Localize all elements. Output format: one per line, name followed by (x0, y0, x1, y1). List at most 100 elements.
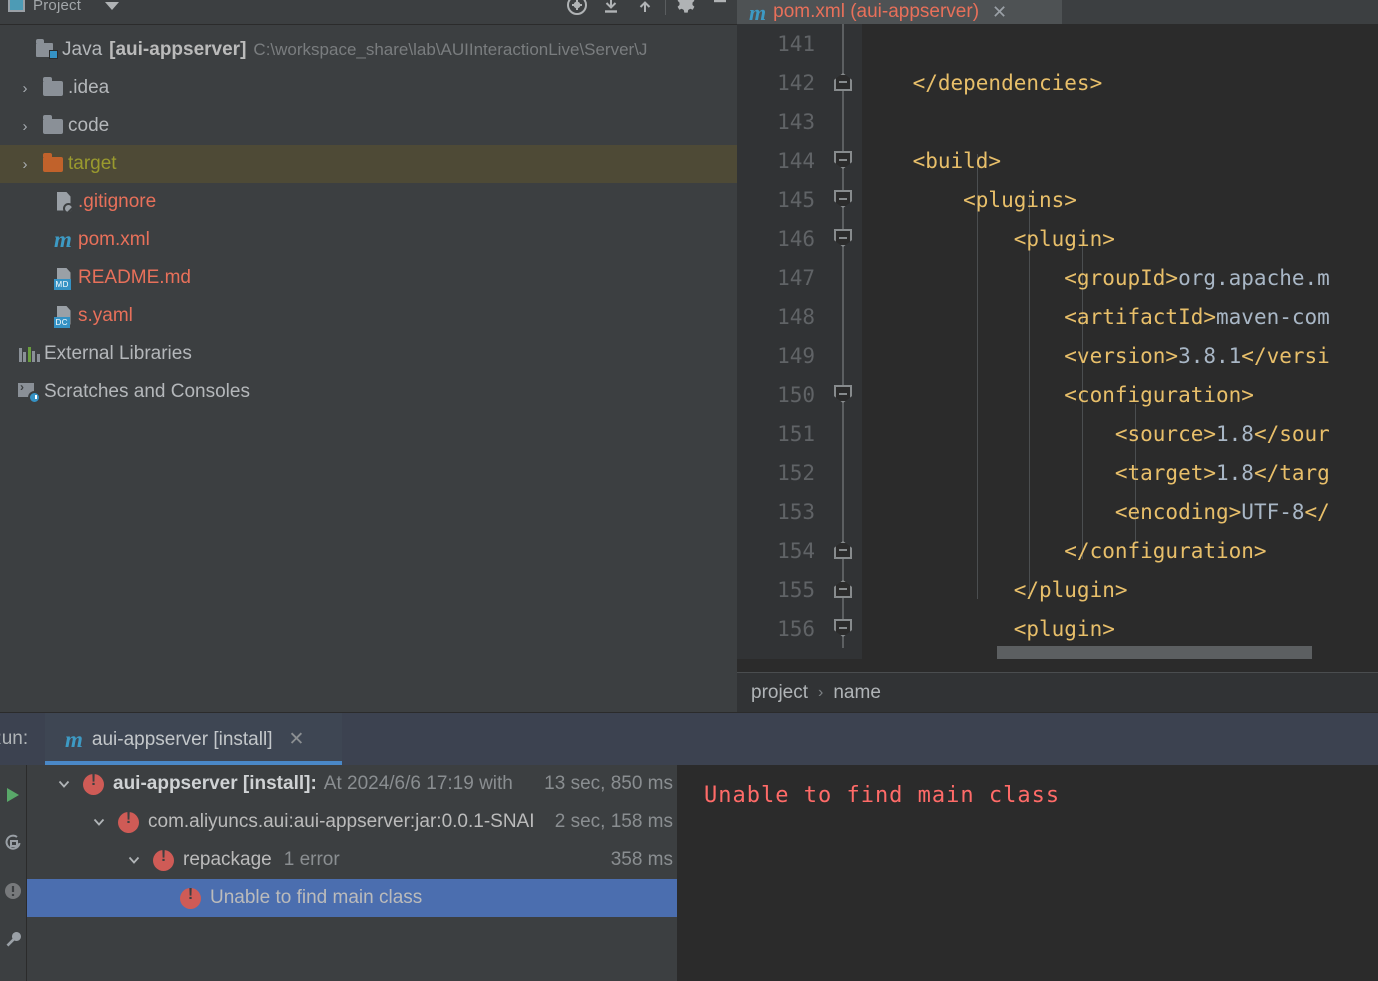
minimize-icon[interactable] (703, 0, 737, 17)
toolbar-divider (665, 0, 666, 15)
code-token: maven-com (1216, 304, 1330, 329)
tree-item-scratches-and-consoles[interactable]: Scratches and Consoles (0, 373, 737, 411)
build-tree-row-repackage[interactable]: repackage 1 error 358 ms (27, 841, 677, 879)
horizontal-scrollbar-track[interactable] (862, 646, 1378, 659)
fold-marker-icon[interactable] (834, 541, 852, 559)
build-tree-row-artifact[interactable]: com.aliyuncs.aui:aui-appserver:jar:0.0.1… (27, 803, 677, 841)
chevron-down-icon[interactable] (57, 777, 83, 791)
docker-compose-file-icon: DC (48, 305, 78, 328)
fold-gutter (823, 492, 862, 531)
close-icon[interactable]: ✕ (288, 728, 304, 751)
locate-opened-file-icon[interactable] (560, 0, 594, 17)
breadcrumb-item-name[interactable]: name (833, 682, 881, 704)
tree-item-module-root[interactable]: › Java [aui-appserver] C:\workspace_shar… (0, 31, 737, 69)
run-icon[interactable] (3, 785, 23, 805)
tree-item-idea[interactable]: › .idea (0, 69, 737, 107)
editor-area: m pom.xml (aui-appserver) ✕ 141 142 </de… (737, 0, 1378, 712)
module-name: [aui-appserver] (109, 39, 247, 60)
build-row-title: com.aliyuncs.aui:aui-appserver:jar:0.0.1… (148, 811, 535, 832)
code-line-142: 142 </dependencies> (737, 63, 1378, 102)
gear-icon[interactable] (669, 0, 703, 17)
code-token: 3.8.1 (1178, 343, 1242, 368)
toggle-errors-icon[interactable] (3, 881, 23, 901)
fold-gutter (823, 297, 862, 336)
tree-item-label: .idea (68, 77, 110, 98)
horizontal-splitter[interactable] (0, 705, 737, 712)
code-text: </plugin> (862, 577, 1128, 602)
tree-item-label: pom.xml (78, 229, 150, 250)
code-text: <plugin> (862, 226, 1115, 251)
build-row-error-count: 1 error (283, 849, 340, 870)
line-number: 156 (777, 616, 815, 641)
horizontal-scrollbar-thumb[interactable] (997, 646, 1312, 659)
settings-wrench-icon[interactable] (3, 929, 23, 949)
build-tree-row-root[interactable]: aui-appserver [install]: At 2024/6/6 17:… (27, 765, 677, 803)
markdown-file-icon: MD (48, 267, 78, 290)
code-line-144: 144 <build> (737, 141, 1378, 180)
fold-gutter (823, 570, 862, 609)
editor-tab-label: pom.xml (aui-appserver) (773, 1, 980, 22)
expand-arrow[interactable]: › (12, 156, 38, 173)
code-line-152: 152 <target>1.8</targ (737, 453, 1378, 492)
code-text: </dependencies> (862, 70, 1103, 95)
code-token: </ (1304, 499, 1330, 524)
collapse-all-icon[interactable] (628, 0, 662, 17)
chevron-down-icon[interactable] (92, 815, 118, 829)
chevron-down-icon[interactable] (105, 2, 120, 10)
editor-tab-pom-xml[interactable]: m pom.xml (aui-appserver) ✕ (737, 0, 1062, 24)
code-token: <target> (862, 460, 1217, 485)
rerun-icon[interactable] (3, 833, 23, 853)
tree-item-gitignore[interactable]: .gitignore (0, 183, 737, 221)
run-sidebar-toolbar (0, 765, 25, 981)
build-output-tree[interactable]: aui-appserver [install]: At 2024/6/6 17:… (26, 765, 677, 981)
tree-item-readme-md[interactable]: MD README.md (0, 259, 737, 297)
markdown-badge-label: MD (53, 278, 71, 290)
breadcrumb-item-project[interactable]: project (751, 682, 808, 704)
code-line-151: 151 <source>1.8</sour (737, 414, 1378, 453)
fold-marker-icon[interactable] (834, 619, 852, 637)
code-token: </targ (1253, 460, 1330, 485)
fold-marker-icon[interactable] (834, 151, 852, 169)
tree-item-code[interactable]: › code (0, 107, 737, 145)
close-icon[interactable]: ✕ (992, 3, 1007, 21)
tree-item-pom-xml[interactable]: m pom.xml (0, 221, 737, 259)
fold-gutter (823, 531, 862, 570)
module-path: C:\workspace_share\lab\AUIInteractionLiv… (253, 40, 648, 59)
chevron-down-icon[interactable] (127, 853, 153, 867)
fold-gutter (823, 336, 862, 375)
code-line-143: 143 (737, 102, 1378, 141)
fold-marker-icon[interactable] (834, 580, 852, 598)
scratches-icon (14, 380, 44, 404)
build-tree-row-unable-to-find-main-class[interactable]: Unable to find main class (27, 879, 677, 917)
line-number: 148 (777, 304, 815, 329)
code-viewport[interactable]: 141 142 </dependencies> 143 144 <build> … (737, 24, 1378, 659)
breadcrumb[interactable]: project › name (737, 672, 1378, 712)
folder-icon (38, 76, 68, 96)
project-file-tree[interactable]: › Java [aui-appserver] C:\workspace_shar… (0, 25, 737, 702)
line-number: 141 (777, 31, 815, 56)
expand-all-icon[interactable] (594, 0, 628, 17)
fold-marker-icon[interactable] (834, 385, 852, 403)
code-token: </versi (1241, 343, 1330, 368)
tree-item-target[interactable]: › target (0, 145, 737, 183)
fold-marker-icon[interactable] (834, 73, 852, 91)
expand-arrow[interactable]: › (12, 118, 38, 135)
expand-arrow[interactable]: › (12, 80, 38, 97)
tree-item-s-yaml[interactable]: DC s.yaml (0, 297, 737, 335)
run-tab-aui-appserver-install[interactable]: m aui-appserver [install] ✕ (45, 713, 342, 766)
tree-item-external-libraries[interactable]: External Libraries (0, 335, 737, 373)
project-window-icon (8, 0, 25, 12)
run-tab-label: aui-appserver [install] (91, 728, 273, 750)
build-console-output[interactable]: Unable to find main class (677, 765, 1378, 981)
console-error-message: Unable to find main class (704, 783, 1061, 808)
tree-item-label: Scratches and Consoles (44, 381, 250, 402)
line-number: 150 (777, 382, 815, 407)
fold-marker-icon[interactable] (834, 190, 852, 208)
code-line-149: 149 <version>3.8.1</versi (737, 336, 1378, 375)
build-row-subtitle: At 2024/6/6 17:19 with (323, 773, 513, 794)
maven-m-icon: m (65, 726, 83, 752)
fold-marker-icon[interactable] (834, 229, 852, 247)
module-prefix: Java (62, 39, 103, 60)
fold-gutter (823, 414, 862, 453)
error-icon (83, 772, 104, 795)
